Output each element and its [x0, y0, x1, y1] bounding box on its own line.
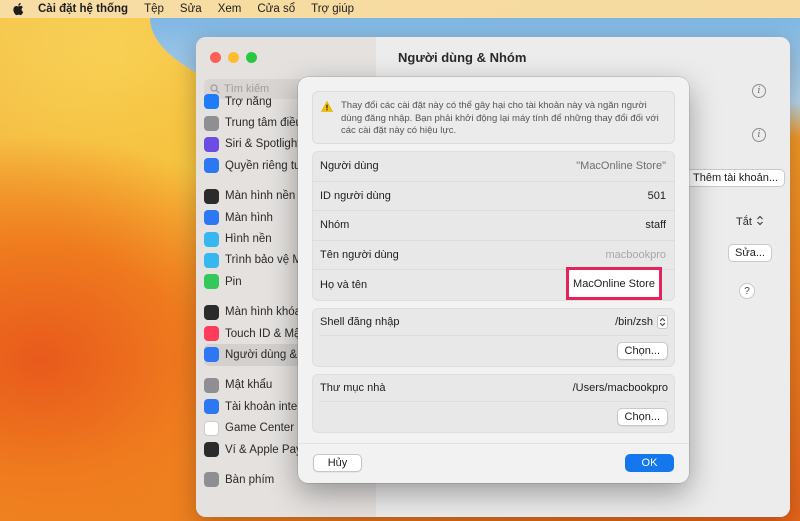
- display-icon: [204, 210, 219, 226]
- sidebar-item-label: Trình bảo vệ Mà: [225, 254, 309, 267]
- field-label: Tên người dùng: [320, 249, 399, 262]
- help-button[interactable]: ?: [739, 283, 755, 299]
- login-shell-group: Shell đăng nhập /bin/zsh Chọn...: [312, 307, 675, 367]
- login-shell-row: Shell đăng nhập /bin/zsh: [313, 309, 674, 335]
- desktop-dock-icon: [204, 188, 219, 204]
- sidebar-item-label: Quyền riêng tư: [225, 159, 302, 172]
- user-id-field[interactable]: 501: [648, 190, 666, 202]
- warning-text: Thay đổi các cài đặt này có thể gây hại …: [341, 100, 659, 136]
- login-shell-select[interactable]: /bin/zsh: [615, 314, 668, 329]
- choose-shell-button[interactable]: Chọn...: [616, 341, 668, 360]
- key-icon: [204, 377, 219, 393]
- cancel-button[interactable]: Hủy: [313, 454, 362, 472]
- login-shell-label: Shell đăng nhập: [320, 315, 400, 328]
- wallpaper-icon: [204, 231, 219, 247]
- info-icon[interactable]: i: [752, 84, 766, 98]
- auto-login-value: Tắt: [736, 216, 752, 228]
- sidebar-item-label: Pin: [225, 275, 242, 288]
- page-title: Người dùng & Nhóm: [398, 50, 527, 65]
- minimize-window-button[interactable]: [228, 52, 239, 63]
- group-field[interactable]: staff: [645, 219, 666, 231]
- siri-icon: [204, 136, 219, 152]
- full-name-field[interactable]: MacOnline Store: [566, 267, 662, 301]
- auto-login-select[interactable]: Tắt: [736, 215, 764, 229]
- menu-window[interactable]: Cửa sổ: [257, 3, 295, 15]
- field-label: Nhóm: [320, 219, 350, 232]
- users-icon: [204, 347, 219, 363]
- close-window-button[interactable]: [210, 52, 221, 63]
- fingerprint-icon: [204, 326, 219, 342]
- login-shell-value: /bin/zsh: [615, 315, 653, 328]
- dialog-content: Thay đổi các cài đặt này có thể gây hại …: [312, 91, 675, 433]
- home-directory-row: Thư mục nhà /Users/macbookpro: [313, 375, 674, 401]
- home-directory-field[interactable]: /Users/macbookpro: [573, 382, 668, 394]
- sidebar-item-label: Trợ năng: [225, 95, 272, 108]
- warning-icon: [320, 100, 335, 143]
- home-directory-group: Thư mục nhà /Users/macbookpro Chọn...: [312, 373, 675, 433]
- accessibility-icon: [204, 94, 219, 110]
- field-row-username: Tên người dùng macbookpro: [313, 241, 674, 271]
- sidebar-item-label: Trung tâm điều: [225, 117, 302, 130]
- warning-message: Thay đổi các cài đặt này có thể gây hại …: [312, 91, 675, 144]
- sidebar-item-label: Người dùng & N: [225, 348, 309, 361]
- sidebar-item-label: Màn hình: [225, 211, 273, 224]
- battery-icon: [204, 274, 219, 290]
- privacy-hand-icon: [204, 158, 219, 174]
- chevron-updown-icon: [657, 314, 668, 329]
- sidebar-item-label: Game Center: [225, 422, 295, 435]
- window-controls: [210, 52, 257, 63]
- field-value-user: "MacOnline Store": [576, 160, 666, 173]
- dialog-footer: Hủy OK: [298, 443, 689, 483]
- game-center-icon: [204, 420, 219, 436]
- sidebar-item-label: Ví & Apple Pay: [225, 443, 302, 456]
- menu-bar: Cài đặt hệ thống Tệp Sửa Xem Cửa sổ Trợ …: [0, 0, 800, 18]
- menu-app-name[interactable]: Cài đặt hệ thống: [38, 3, 128, 15]
- field-row-group: Nhóm staff: [313, 211, 674, 241]
- choose-home-directory-button[interactable]: Chọn...: [616, 407, 668, 426]
- home-directory-label: Thư mục nhà: [320, 381, 386, 394]
- field-label: Người dùng: [320, 160, 379, 173]
- apple-logo-icon[interactable]: [12, 2, 24, 16]
- sidebar-item-label: Tài khoản intern: [225, 400, 308, 413]
- sidebar-item-label: Bàn phím: [225, 473, 275, 486]
- field-row-user: Người dùng "MacOnline Store": [313, 152, 674, 182]
- field-row-full-name: Họ và tên MacOnline Store: [313, 267, 674, 301]
- zoom-window-button[interactable]: [246, 52, 257, 63]
- keyboard-icon: [204, 472, 219, 488]
- login-shell-actions: Chọn...: [313, 336, 674, 366]
- sidebar-item-label: Mật khẩu: [225, 379, 273, 392]
- lock-icon: [204, 304, 219, 320]
- menu-file[interactable]: Tệp: [144, 3, 164, 15]
- sidebar-item-label: Màn hình nền &: [225, 190, 307, 203]
- control-center-icon: [204, 115, 219, 131]
- sidebar-item-label: Touch ID & Mật: [225, 327, 304, 340]
- home-directory-actions: Chọn...: [313, 402, 674, 432]
- field-label: ID người dùng: [320, 189, 391, 202]
- ok-button[interactable]: OK: [625, 454, 674, 472]
- sidebar-item-label: Hình nền: [225, 233, 272, 246]
- advanced-options-dialog: Thay đổi các cài đặt này có thể gây hại …: [298, 77, 689, 483]
- field-row-user-id: ID người dùng 501: [313, 182, 674, 212]
- screensaver-icon: [204, 252, 219, 268]
- menu-help[interactable]: Trợ giúp: [311, 3, 354, 15]
- edit-button[interactable]: Sửa...: [728, 244, 772, 262]
- sidebar-item-label: Màn hình khóa: [225, 306, 302, 319]
- wallet-icon: [204, 442, 219, 458]
- menu-edit[interactable]: Sửa: [180, 3, 202, 15]
- user-info-group: Người dùng "MacOnline Store" ID người dù…: [312, 151, 675, 301]
- add-account-button[interactable]: Thêm tài khoản...: [686, 169, 785, 187]
- info-icon[interactable]: i: [752, 128, 766, 142]
- field-label: Họ và tên: [320, 279, 368, 292]
- menu-view[interactable]: Xem: [218, 3, 242, 15]
- sidebar-item-label: Siri & Spotlight: [225, 138, 301, 151]
- chevron-updown-icon: [756, 215, 764, 229]
- at-icon: [204, 399, 219, 415]
- username-field: macbookpro: [605, 249, 666, 262]
